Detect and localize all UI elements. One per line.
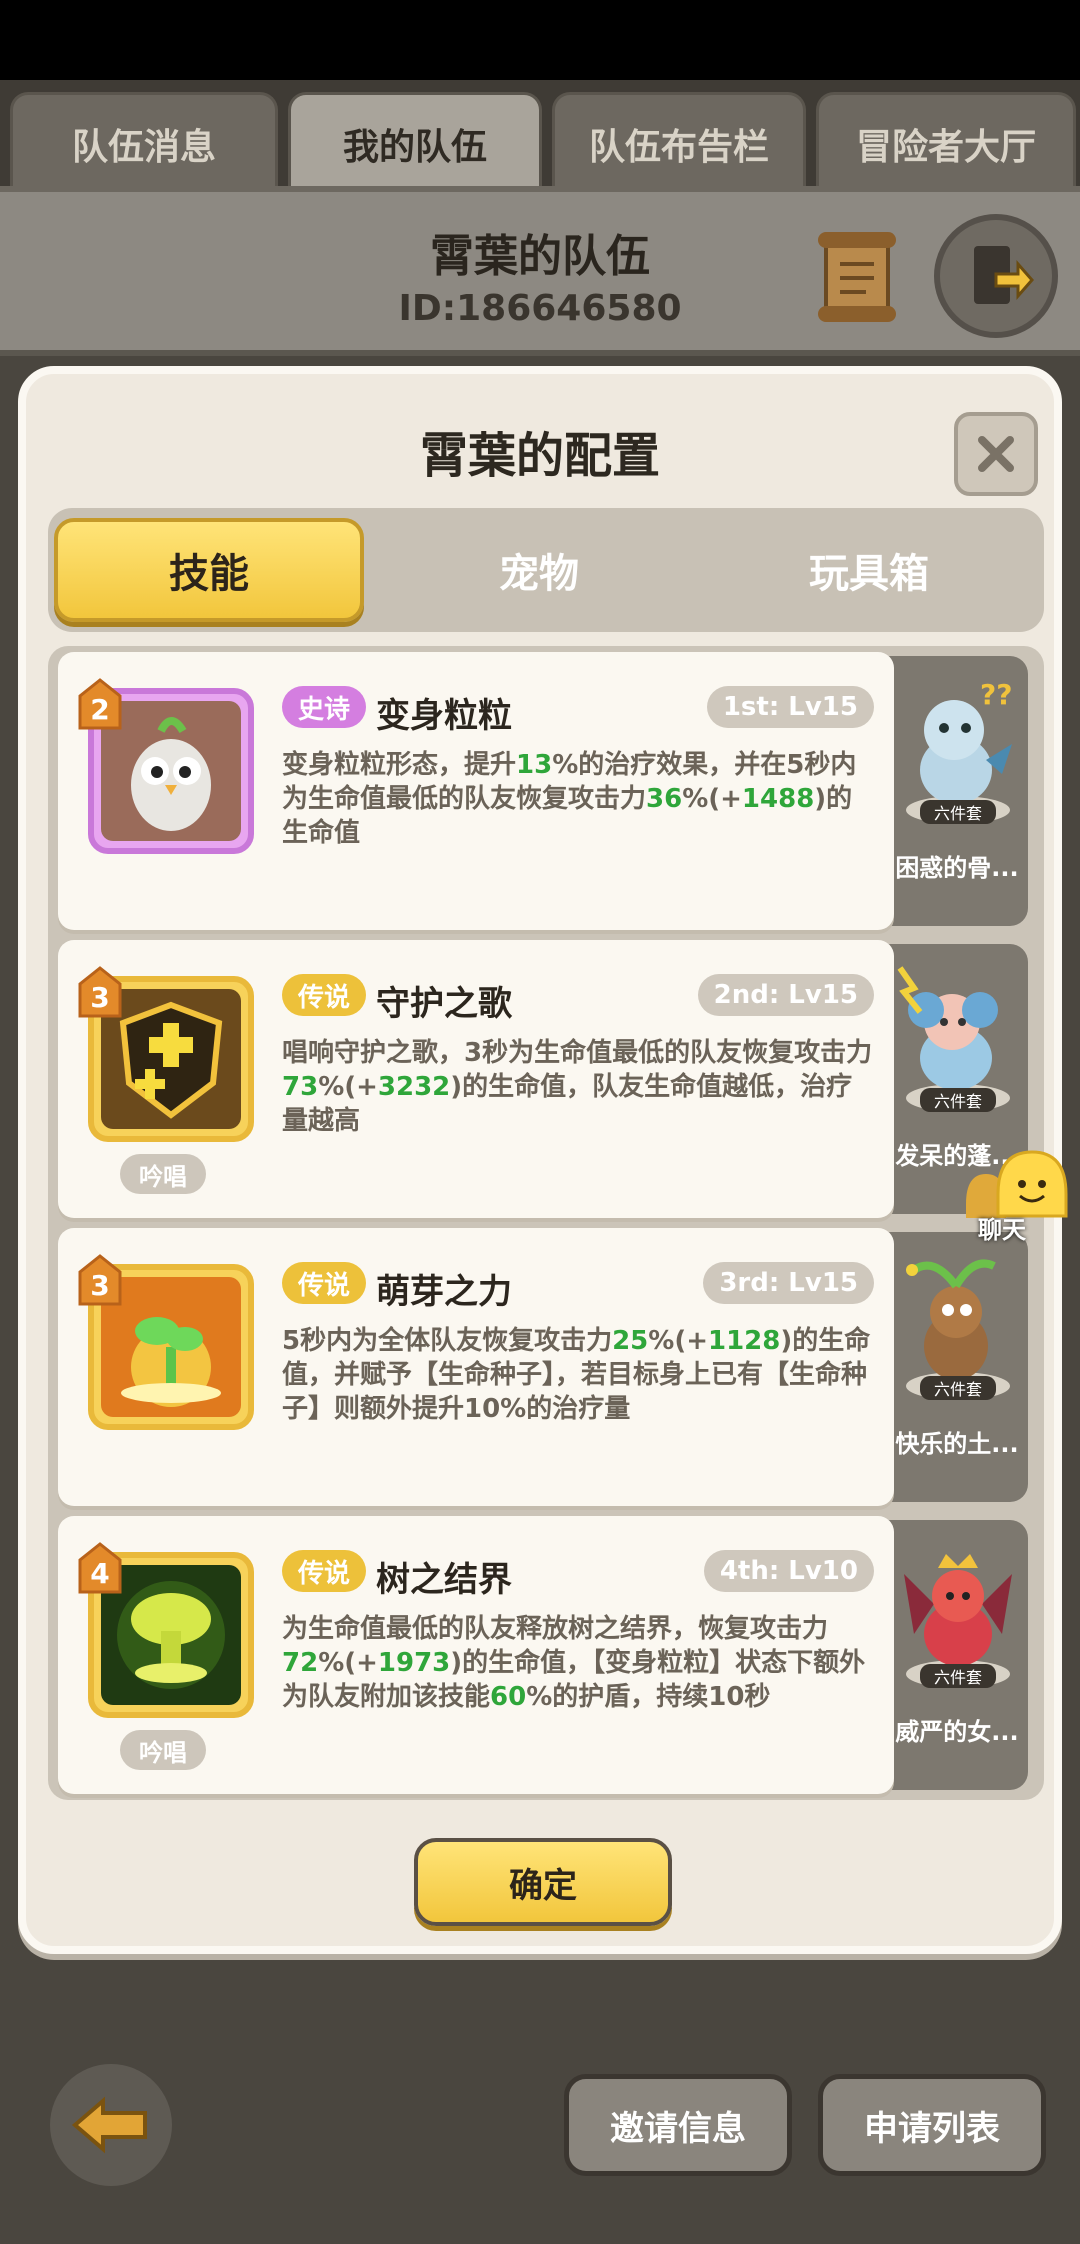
config-tab-bar: 技能 宠物 玩具箱 — [48, 508, 1044, 632]
rarity-badge: 传说 — [282, 974, 367, 1016]
skill-row: ?? 六件套 困惑的骨... 2 史诗 变身粒粒 1st: Lv15 变身粒粒形… — [58, 652, 1034, 934]
skill-description: 变身粒粒形态，提升13%的治疗效果，并在5秒内为生命值最低的队友恢复攻击力36%… — [282, 750, 857, 848]
config-panel: 霄葉的配置 技能 宠物 玩具箱 ?? 六件套 困惑的骨... 2 史诗 变身粒粒… — [18, 366, 1062, 1954]
skill-row: 六件套 威严的女... 4 吟唱 传说 树之结界 4th: Lv10 为生命值最… — [58, 1516, 1034, 1798]
skill-card[interactable]: 2 史诗 变身粒粒 1st: Lv15 变身粒粒形态，提升13%的治疗效果，并在… — [58, 652, 894, 930]
skill-description: 为生命值最低的队友释放树之结界，恢复攻击力72%(+1973)的生命值，【变身粒… — [282, 1614, 866, 1712]
skill-name: 萌芽之力 — [376, 1272, 512, 1312]
skill-row: 六件套 快乐的土... 3 传说 萌芽之力 3rd: Lv15 5秒内为全体队友… — [58, 1228, 1034, 1510]
skill-slot-level: 2nd: Lv15 — [697, 974, 874, 1016]
shield-cross-icon — [101, 989, 241, 1129]
rarity-badge: 传说 — [282, 1262, 367, 1304]
skill-card[interactable]: 4 吟唱 传说 树之结界 4th: Lv10 为生命值最低的队友释放树之结界，恢… — [58, 1516, 894, 1794]
pet-set-tag: 六件套 — [920, 1664, 996, 1688]
pet-set-tag: 六件套 — [920, 800, 996, 824]
chant-tag: 吟唱 — [120, 1154, 206, 1194]
chat-label: 聊天 — [978, 1216, 1026, 1244]
tab-adventurer-hall[interactable]: 冒险者大厅 — [816, 92, 1076, 192]
pet-set-tag: 六件套 — [920, 1376, 996, 1400]
exit-door-icon — [974, 246, 1034, 304]
tab-toybox[interactable]: 玩具箱 — [714, 518, 1024, 622]
svg-text:??: ?? — [980, 678, 1012, 711]
skill-slot-level: 4th: Lv10 — [703, 1550, 874, 1592]
skill-level-badge: 4 — [78, 1542, 122, 1594]
team-id: ID:186646580 — [398, 288, 682, 329]
skill-row: 六件套 发呆的蓬... 3 吟唱 传说 守护之歌 2nd: Lv15 唱响守护之… — [58, 940, 1034, 1222]
rarity-badge: 史诗 — [282, 686, 367, 728]
skill-name: 树之结界 — [376, 1560, 512, 1600]
team-header: 霄葉的队伍 ID:186646580 — [0, 186, 1080, 356]
pet-name: 快乐的土... — [895, 1430, 1019, 1458]
top-tab-bar: 队伍消息 我的队伍 队伍布告栏 冒险者大厅 — [0, 80, 1080, 192]
invite-info-button[interactable]: 邀请信息 — [564, 2074, 792, 2176]
skill-card[interactable]: 3 吟唱 传说 守护之歌 2nd: Lv15 唱响守护之歌，3秒为生命值最低的队… — [58, 940, 894, 1218]
skill-card[interactable]: 3 传说 萌芽之力 3rd: Lv15 5秒内为全体队友恢复攻击力25%(+11… — [58, 1228, 894, 1506]
back-arrow-icon — [71, 2096, 147, 2154]
notice-scroll-button[interactable] — [812, 226, 902, 326]
skill-description: 5秒内为全体队友恢复攻击力25%(+1128)的生命值，并赋予【生命种子】，若目… — [282, 1326, 871, 1424]
tree-barrier-icon — [101, 1565, 241, 1705]
skill-name: 守护之歌 — [376, 984, 512, 1024]
leave-team-button[interactable] — [934, 214, 1058, 338]
back-button[interactable] — [50, 2064, 172, 2186]
sprout-icon — [101, 1277, 241, 1417]
scroll-icon — [818, 232, 896, 322]
skill-level-badge: 3 — [78, 1254, 122, 1306]
skill-level-badge: 3 — [78, 966, 122, 1018]
tab-my-team[interactable]: 我的队伍 — [288, 92, 542, 192]
pet-name: 困惑的骨... — [895, 854, 1019, 882]
team-name: 霄葉的队伍 — [430, 231, 650, 282]
skill-slot-level: 3rd: Lv15 — [703, 1262, 874, 1304]
pet-set-tag: 六件套 — [920, 1088, 996, 1112]
tab-skills[interactable]: 技能 — [54, 518, 364, 622]
close-icon — [978, 436, 1014, 472]
panel-title: 霄葉的配置 — [419, 428, 660, 484]
close-button[interactable] — [954, 412, 1038, 496]
skill-list: ?? 六件套 困惑的骨... 2 史诗 变身粒粒 1st: Lv15 变身粒粒形… — [48, 646, 1044, 1800]
tab-team-messages[interactable]: 队伍消息 — [10, 92, 278, 192]
tab-pets[interactable]: 宠物 — [384, 518, 694, 622]
skill-description: 唱响守护之歌，3秒为生命值最低的队友恢复攻击力73%(+3232)的生命值，队友… — [282, 1038, 873, 1136]
skill-slot-level: 1st: Lv15 — [706, 686, 874, 728]
chant-tag: 吟唱 — [120, 1730, 206, 1770]
confirm-button[interactable]: 确定 — [414, 1838, 672, 1926]
status-bar — [0, 0, 1080, 80]
apply-list-button[interactable]: 申请列表 — [818, 2074, 1046, 2176]
tab-team-board[interactable]: 队伍布告栏 — [552, 92, 806, 192]
rarity-badge: 传说 — [282, 1550, 367, 1592]
owl-skill-icon — [101, 701, 241, 841]
skill-name: 变身粒粒 — [376, 696, 512, 736]
pet-name: 威严的女... — [895, 1718, 1019, 1746]
skill-level-badge: 2 — [78, 678, 122, 730]
